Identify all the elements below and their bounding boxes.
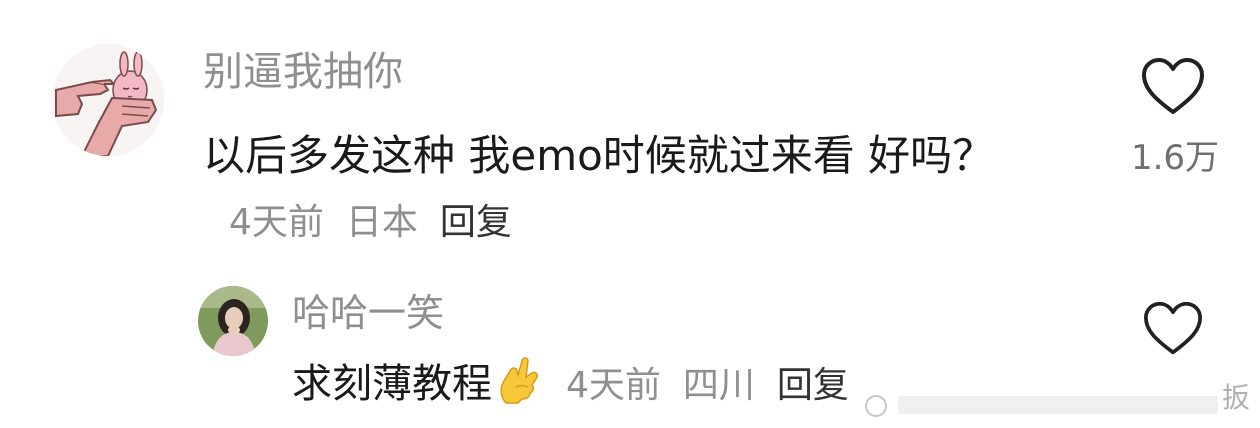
- reply-text: 求刻薄教程: [292, 361, 492, 407]
- heart-outline-icon: [1144, 301, 1202, 355]
- reply-avatar-photo: [198, 286, 268, 356]
- comment-username[interactable]: 别逼我抽你: [203, 46, 403, 98]
- comment-body: 以后多发这种 我emo时候就过来看 好吗？ 4天前 日本 回复: [203, 124, 1023, 255]
- watermark-graphic: [858, 372, 1260, 428]
- reply-body: 求刻薄教程 4天前 四川 回复: [292, 354, 849, 422]
- watermark-text: 扳: [1222, 381, 1251, 414]
- reply-like-button[interactable]: [1142, 300, 1204, 358]
- comment-text: 以后多发这种 我emo时候就过来看 好吗？: [203, 131, 995, 180]
- reply-time: 4天前: [566, 365, 661, 406]
- avatar-illustration: [52, 44, 164, 156]
- comment-location: 日本: [345, 202, 418, 243]
- comment-reply-button[interactable]: 回复: [440, 202, 512, 243]
- heart-outline-icon: [1142, 58, 1204, 114]
- finger-heart-emoji-icon: [496, 357, 540, 422]
- reply-avatar[interactable]: [198, 286, 268, 356]
- reply-reply-button[interactable]: 回复: [777, 365, 849, 406]
- avatar[interactable]: [52, 44, 164, 156]
- watermark-overlay: [858, 372, 1260, 428]
- comment-time: 4天前: [229, 202, 324, 243]
- like-count: 1.6万: [1130, 138, 1220, 178]
- reply-meta: 4天前 四川 回复: [566, 365, 849, 406]
- reply-location: 四川: [682, 365, 755, 406]
- comment-thread: 别逼我抽你 以后多发这种 我emo时候就过来看 好吗？4天前 日本 回复 1.6万: [0, 0, 1260, 428]
- like-button[interactable]: [1140, 56, 1206, 118]
- reply-username[interactable]: 哈哈一笑: [292, 288, 444, 338]
- comment-meta: 4天前 日本 回复: [229, 202, 512, 243]
